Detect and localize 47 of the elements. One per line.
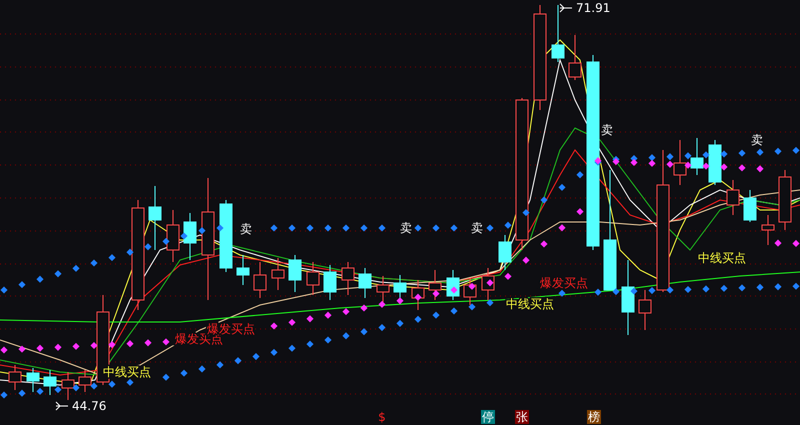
buy-signal-label: 爆发买点: [207, 322, 255, 336]
status-tag: $: [378, 410, 386, 424]
candlestick: [184, 212, 196, 260]
candlestick: [638, 290, 652, 330]
candlestick: [26, 368, 40, 392]
arrow-icon: [56, 402, 68, 410]
candlestick: [762, 214, 774, 246]
status-tag: 张: [515, 410, 529, 424]
candlestick: [708, 140, 722, 186]
candlestick: [358, 268, 372, 298]
candlestick: [744, 190, 756, 222]
sell-signal-label: 卖: [751, 133, 763, 147]
sell-signal-label: 卖: [601, 123, 613, 137]
candlestick: [376, 276, 390, 302]
sell-signal-label: 卖: [471, 221, 483, 235]
candlestick: [552, 4, 564, 62]
candlestick: [306, 262, 320, 296]
candlestick: [8, 364, 22, 390]
candlestick: [342, 262, 354, 296]
price-label: 71.91: [576, 1, 610, 15]
sell-signal-label: 卖: [240, 222, 252, 236]
candlestick: [272, 258, 284, 290]
candlestick: [44, 370, 56, 396]
candlestick: [254, 262, 266, 298]
status-tag: 停: [481, 410, 495, 424]
candlestick: [428, 270, 442, 300]
candlestick: [78, 370, 92, 392]
candlestick: [394, 274, 406, 300]
buy-signal-label: 中线买点: [698, 251, 746, 265]
candlestick: [166, 210, 180, 262]
candlestick: [568, 34, 582, 80]
buy-signal-label: 爆发买点: [540, 276, 588, 290]
status-tag: 榜: [587, 410, 601, 424]
candlestick: [690, 138, 704, 176]
candlestick: [288, 254, 302, 292]
candlestick: [236, 254, 250, 286]
candlestick: [498, 234, 512, 270]
candlestick: [726, 180, 740, 216]
candlestick: [778, 170, 792, 230]
price-label: 44.76: [72, 399, 106, 413]
arrow-icon: [560, 4, 572, 12]
sell-signal-label: 卖: [400, 221, 412, 235]
candlestick: [324, 264, 336, 300]
buy-signal-label: 中线买点: [506, 297, 554, 311]
candlestick: [148, 186, 162, 250]
candlestick: [62, 372, 74, 400]
candlestick: [674, 140, 686, 186]
